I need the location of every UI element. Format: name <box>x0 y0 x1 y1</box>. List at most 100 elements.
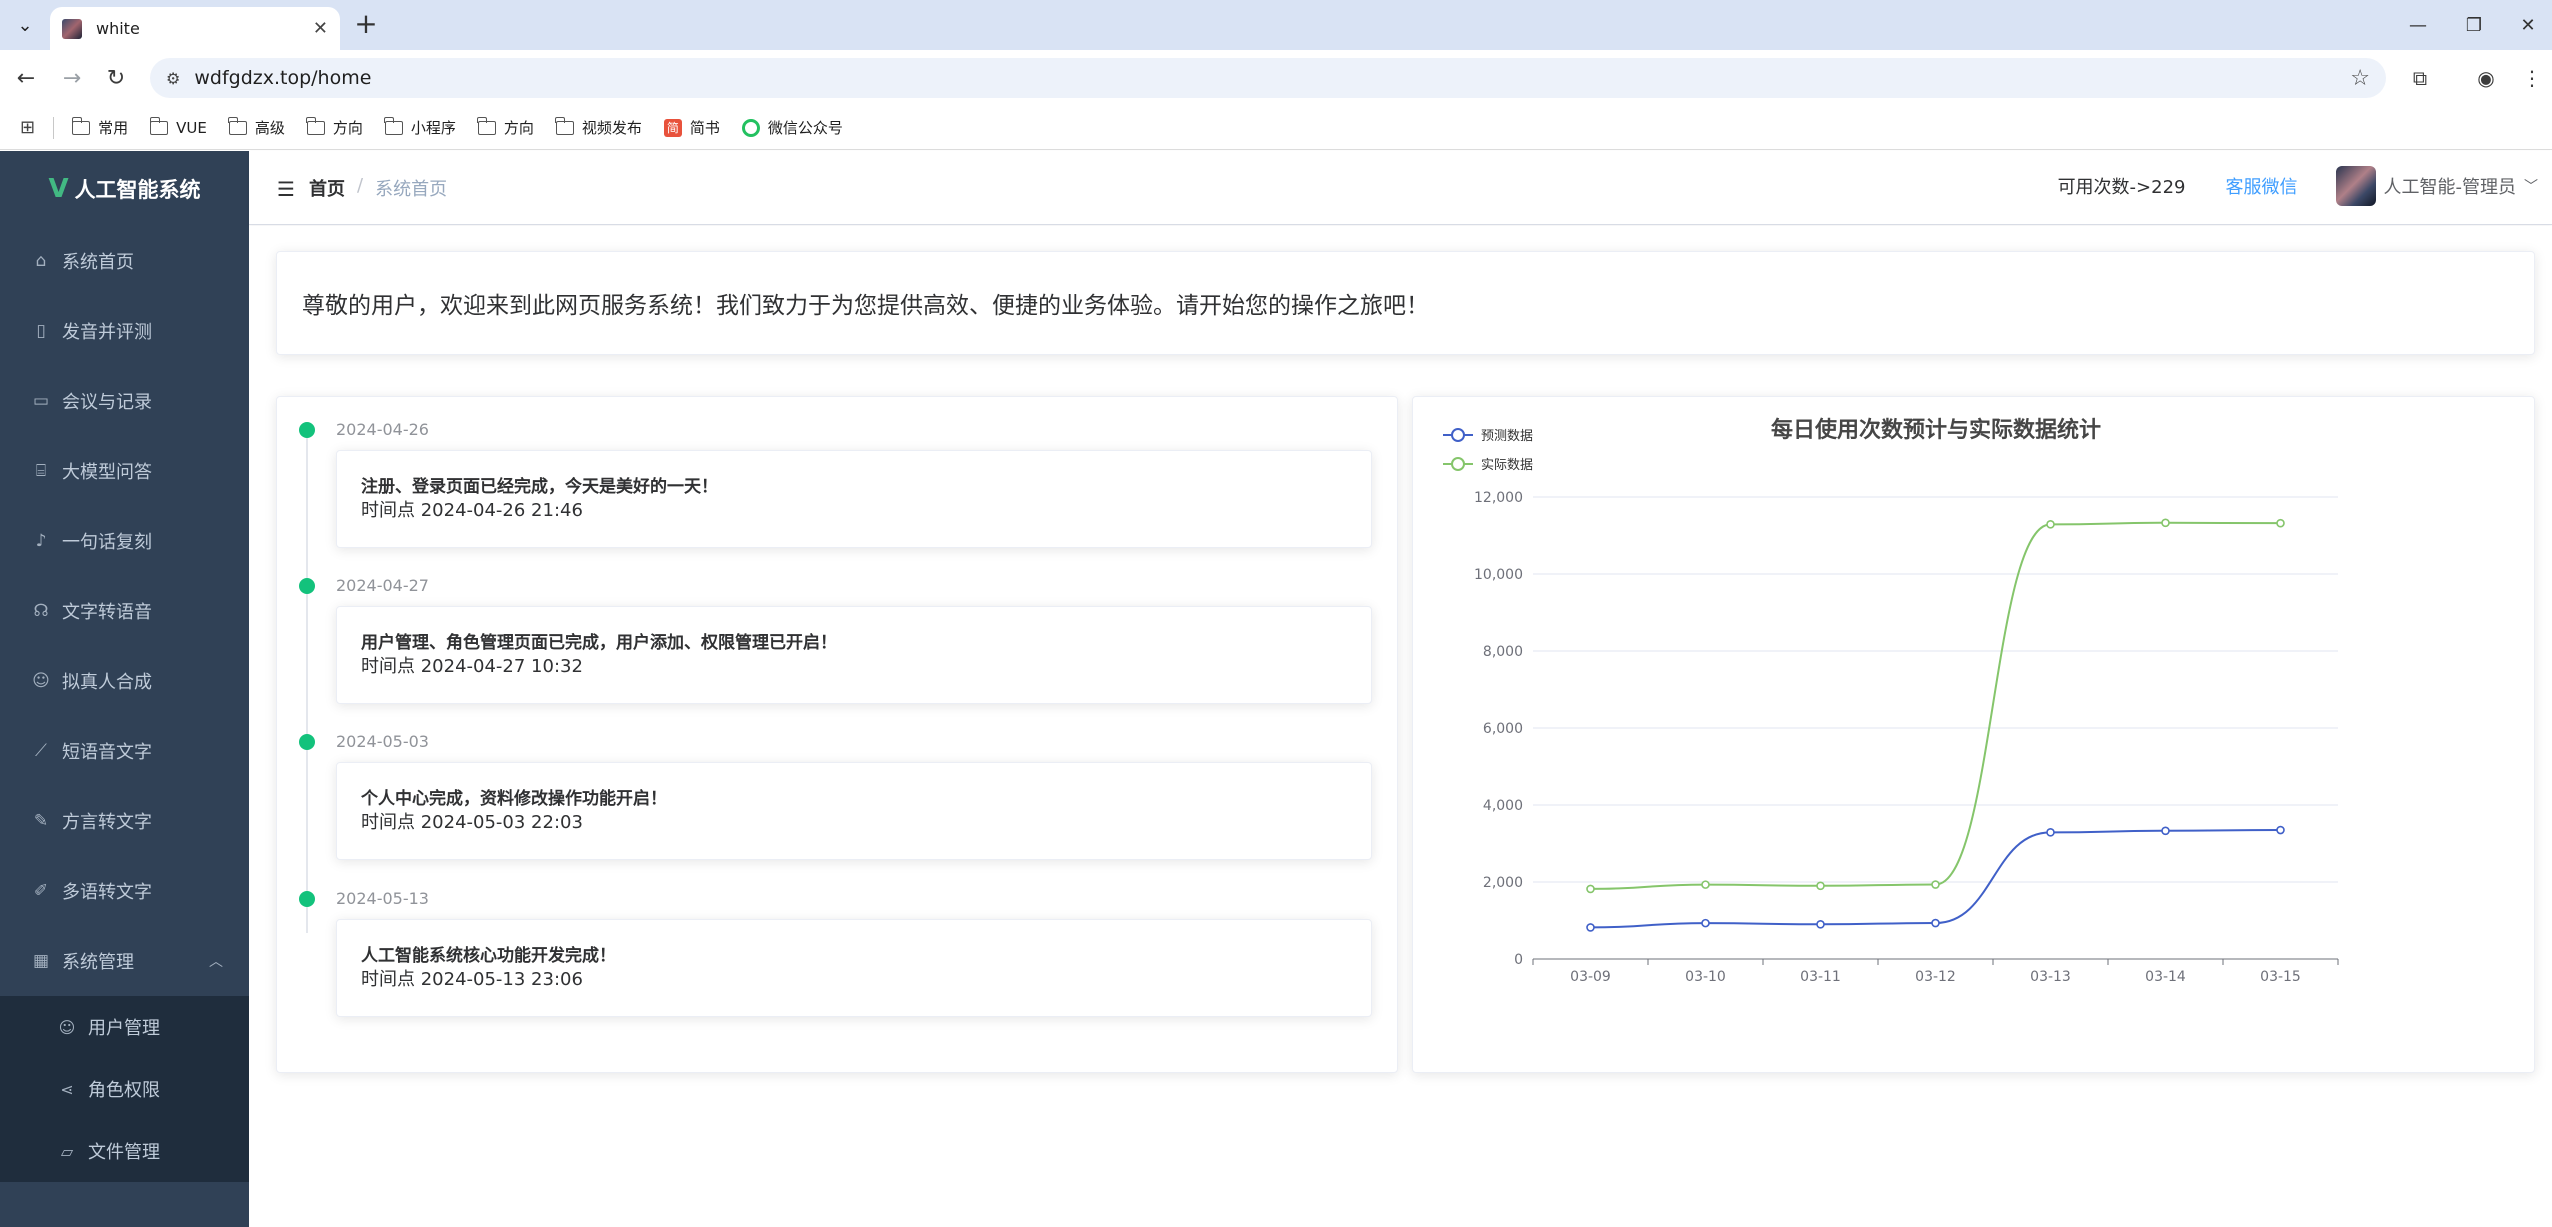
timeline-date: 2024-05-03 <box>336 732 429 751</box>
service-wechat-link[interactable]: 客服微信 <box>2226 173 2298 199</box>
sidebar-item-pronunciation[interactable]: ▯ 发音并评测 <box>0 296 249 366</box>
restore-icon[interactable]: ❐ <box>2446 0 2502 50</box>
bookmarks-bar: ⊞ 常用 VUE 高级 方向 小程序 方向 视频发布 简简书 微信公众号 <box>0 106 2552 150</box>
timeline-dot <box>299 891 315 907</box>
sidebar-item-home[interactable]: ⌂ 系统首页 <box>0 226 249 296</box>
data-point <box>1586 923 1595 932</box>
breadcrumb-current: 系统首页 <box>375 179 448 200</box>
bookmark-star-icon[interactable]: ☆ <box>2350 66 2370 91</box>
timeline-time: 时间点 2024-04-26 21:46 <box>361 500 583 521</box>
wechat-icon <box>741 118 760 137</box>
breadcrumb-home[interactable]: 首页 <box>309 175 345 201</box>
forward-icon[interactable]: → <box>56 62 88 94</box>
series-line <box>1590 521 2281 890</box>
address-bar[interactable]: ⚙ wdfgdzx.top/home ☆ <box>150 58 2386 98</box>
sidebar-item-label: 发音并评测 <box>62 322 152 343</box>
url-text[interactable]: wdfgdzx.top/home <box>194 67 2350 89</box>
data-point <box>1816 881 1825 891</box>
user-name[interactable]: 人工智能-管理员 <box>2384 173 2517 199</box>
back-icon[interactable]: ← <box>10 62 42 94</box>
bookmark-folder[interactable]: 视频发布 <box>555 116 642 138</box>
tab-title: white <box>96 19 140 38</box>
sidebar-group-system[interactable]: ▦ 系统管理 ︿ <box>0 926 249 996</box>
chevron-down-icon[interactable]: ﹀ <box>2524 176 2538 196</box>
bookmark-folder[interactable]: VUE <box>149 116 207 137</box>
bookmark-folder[interactable]: 高级 <box>228 116 285 138</box>
sidebar-item-dialect[interactable]: ✎ 方言转文字 <box>0 786 249 856</box>
timeline-card-entry: 注册、登录页面已经完成，今天是美好的一天！ 时间点 2024-04-26 21:… <box>336 450 1372 548</box>
x-tick-label: 03-15 <box>2260 969 2301 985</box>
bookmark-label: 简书 <box>689 119 720 137</box>
sidebar-item-users[interactable]: ☺ 用户管理 <box>0 996 249 1058</box>
y-tick-label: 12,000 <box>1474 490 1523 506</box>
data-point <box>1701 880 1710 889</box>
profile-icon[interactable]: ◉ <box>2470 62 2502 94</box>
bookmark-label: 视频发布 <box>581 119 642 137</box>
sidebar-item-meeting[interactable]: ▭ 会议与记录 <box>0 366 249 436</box>
timeline-text: 个人中心完成，资料修改操作功能开启！ <box>361 789 667 809</box>
timeline-time: 时间点 2024-04-27 10:32 <box>361 656 583 677</box>
bookmark-wechat[interactable]: 微信公众号 <box>741 117 843 138</box>
timeline-card-entry: 人工智能系统核心功能开发完成！ 时间点 2024-05-13 23:06 <box>336 919 1372 1017</box>
edit-icon: ✐ <box>33 881 49 901</box>
timeline-text: 注册、登录页面已经完成，今天是美好的一天！ <box>361 477 718 497</box>
browser-menu-icon[interactable]: ⋮ <box>2516 62 2548 94</box>
sidebar-item-digital-human[interactable]: ☺ 拟真人合成 <box>0 646 249 716</box>
microphone-icon: ♪ <box>35 531 47 551</box>
book-icon: ▯ <box>36 321 46 341</box>
bookmark-folder[interactable]: 常用 <box>71 116 128 138</box>
x-tick-label: 03-09 <box>1570 969 1611 985</box>
data-point <box>2161 518 2170 528</box>
y-tick-label: 0 <box>1514 952 1523 968</box>
sidebar-item-voice-clone[interactable]: ♪ 一句话复刻 <box>0 506 249 576</box>
sidebar-item-label: 拟真人合成 <box>62 672 152 693</box>
bookmark-label: 方向 <box>503 119 534 137</box>
bookmark-folder[interactable]: 方向 <box>477 116 534 138</box>
close-window-icon[interactable]: ✕ <box>2500 0 2552 50</box>
series-line <box>1590 829 2281 929</box>
new-tab-icon[interactable]: + <box>350 9 382 41</box>
chart-icon: ⟋ <box>35 741 47 761</box>
timeline-date: 2024-04-27 <box>336 576 429 595</box>
y-tick-label: 4,000 <box>1483 798 1523 814</box>
data-point <box>2161 826 2170 836</box>
browser-toolbar: ← → ↻ ⚙ wdfgdzx.top/home ☆ ⧉ ◉ ⋮ <box>0 50 2552 106</box>
sidebar-item-label: 系统首页 <box>62 252 134 273</box>
sidebar-item-roles[interactable]: ⋖ 角色权限 <box>0 1058 249 1120</box>
tab-search-icon[interactable]: ⌄ <box>9 9 41 41</box>
avatar[interactable] <box>2335 166 2376 206</box>
apps-grid-icon[interactable]: ⊞ <box>20 117 35 138</box>
bookmark-folder[interactable]: 小程序 <box>384 116 456 138</box>
minimize-icon[interactable]: — <box>2390 0 2446 50</box>
bookmark-jianshu[interactable]: 简简书 <box>663 117 720 138</box>
sidebar-item-label: 系统管理 <box>62 952 134 973</box>
sidebar-item-tts[interactable]: ☊ 文字转语音 <box>0 576 249 646</box>
tab-favicon-icon <box>62 18 82 39</box>
chevron-up-icon: ︿ <box>209 954 223 970</box>
folder-icon <box>149 116 169 135</box>
timeline-time: 时间点 2024-05-03 22:03 <box>361 812 583 833</box>
browser-tab[interactable]: white ✕ <box>50 7 340 50</box>
bookmark-label: 小程序 <box>410 119 456 137</box>
sidebar-item-llm-qa[interactable]: ⌸ 大模型问答 <box>0 436 249 506</box>
folder-icon <box>555 116 574 135</box>
extensions-icon[interactable]: ⧉ <box>2404 62 2436 94</box>
tab-close-icon[interactable]: ✕ <box>313 18 328 39</box>
sidebar-item-short-speech[interactable]: ⟋ 短语音文字 <box>0 716 249 786</box>
hamburger-icon[interactable]: ☰ <box>277 177 295 201</box>
timeline-text: 人工智能系统核心功能开发完成！ <box>361 946 616 966</box>
sidebar-item-files[interactable]: ▱ 文件管理 <box>0 1120 249 1182</box>
welcome-card: 尊敬的用户，欢迎来到此网页服务系统！我们致力于为您提供高效、便捷的业务体验。请开… <box>276 251 2535 355</box>
site-info-icon[interactable]: ⚙ <box>166 69 180 88</box>
data-point <box>1931 918 1940 928</box>
sidebar-item-label: 多语转文字 <box>62 882 152 903</box>
bookmark-folder[interactable]: 方向 <box>306 116 363 138</box>
sidebar-logo[interactable]: V 人工智能系统 <box>0 151 249 226</box>
y-tick-label: 6,000 <box>1483 721 1523 737</box>
y-tick-label: 10,000 <box>1474 567 1523 583</box>
bookmark-separator <box>53 116 55 139</box>
timeline-date: 2024-05-13 <box>336 889 429 908</box>
reload-icon[interactable]: ↻ <box>100 62 132 94</box>
line-chart: 每日使用次数预计与实际数据统计 0 2,000 4,000 6,000 8,000 10,0… <box>1443 417 2339 985</box>
sidebar-item-multilingual[interactable]: ✐ 多语转文字 <box>0 856 249 926</box>
